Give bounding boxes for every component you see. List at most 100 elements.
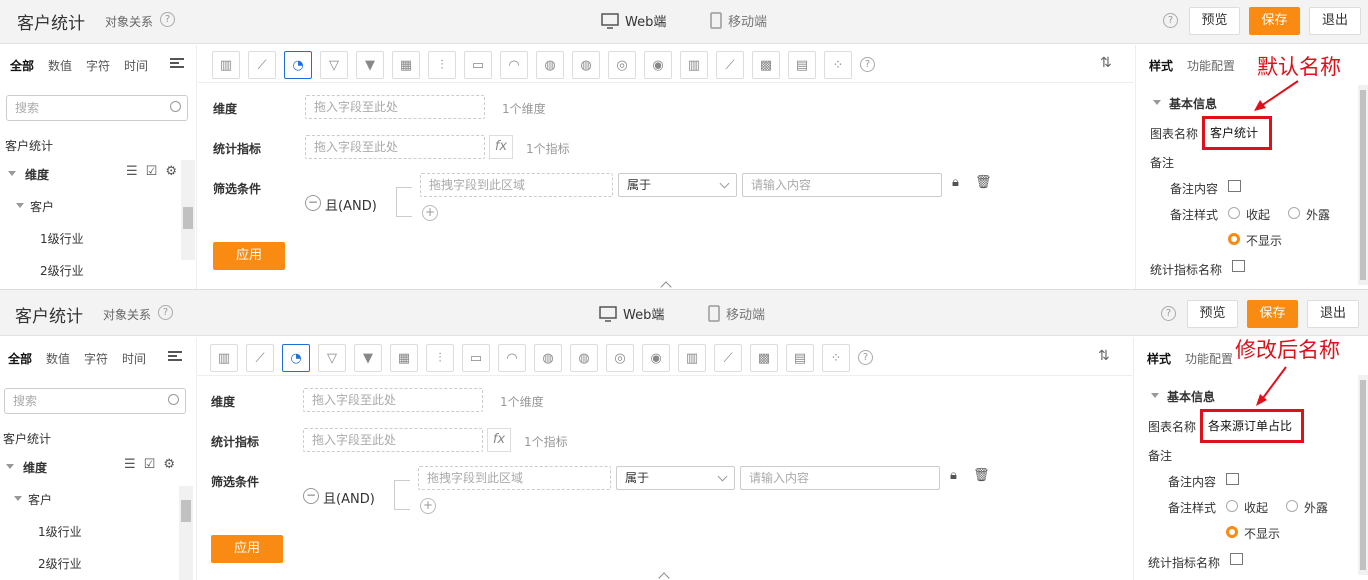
china-map-alt-icon[interactable]: ◍: [570, 344, 598, 372]
tree-item-customer[interactable]: 客户: [30, 198, 54, 215]
platform-mobile-tab[interactable]: 移动端: [708, 304, 765, 323]
tab-all[interactable]: 全部: [8, 350, 32, 367]
tree-item-industry2[interactable]: 2级行业: [40, 262, 84, 279]
funnel-alt-icon[interactable]: ▼: [356, 51, 384, 79]
lock-icon[interactable]: 🔒︎: [952, 175, 959, 190]
tab-style[interactable]: 样式: [1147, 350, 1171, 367]
collapse-caret-icon[interactable]: [658, 572, 670, 580]
chevron-down-icon[interactable]: [16, 203, 24, 208]
trash-icon[interactable]: 🗑︎: [975, 175, 992, 190]
chevron-down-icon[interactable]: [14, 496, 22, 501]
tree-item-industry1[interactable]: 1级行业: [40, 230, 84, 247]
combo-chart-icon[interactable]: ⫶: [428, 51, 456, 79]
scrollbar-thumb[interactable]: [181, 500, 191, 522]
dimension-group[interactable]: 维度: [25, 166, 49, 183]
radio-hide[interactable]: [1226, 526, 1238, 538]
metric-dropzone[interactable]: 拖入字段至此处: [303, 428, 483, 452]
platform-web-tab[interactable]: Web端: [599, 304, 664, 323]
apply-button[interactable]: 应用: [211, 535, 283, 563]
filter-dropzone[interactable]: 拖拽字段到此区域: [418, 466, 611, 490]
world-map-alt-icon[interactable]: ◉: [644, 51, 672, 79]
dimension-dropzone[interactable]: 拖入字段至此处: [303, 388, 483, 412]
and-toggle-icon[interactable]: −: [305, 195, 321, 211]
settings-icon[interactable]: ⚙: [163, 457, 175, 472]
chevron-down-icon[interactable]: [1153, 100, 1161, 105]
search-input[interactable]: 搜索: [6, 95, 188, 121]
exit-button[interactable]: 退出: [1309, 7, 1361, 35]
formula-icon[interactable]: fx: [489, 135, 513, 159]
table-icon[interactable]: ▦: [390, 344, 418, 372]
tab-number[interactable]: 数值: [46, 350, 70, 367]
scatter-icon[interactable]: ⁘: [822, 344, 850, 372]
bar-chart-icon[interactable]: ▥: [212, 51, 240, 79]
preview-button[interactable]: 预览: [1189, 7, 1240, 35]
chart-name-input[interactable]: 客户统计: [1202, 116, 1272, 150]
filter-value-input[interactable]: 请输入内容: [742, 173, 942, 197]
tree-item-industry2[interactable]: 2级行业: [38, 555, 82, 572]
header-help-icon[interactable]: ?: [1161, 306, 1176, 321]
card-icon[interactable]: ▭: [462, 344, 490, 372]
china-map-icon[interactable]: ◍: [534, 344, 562, 372]
add-condition-icon[interactable]: +: [420, 498, 436, 514]
tab-time[interactable]: 时间: [122, 350, 146, 367]
radio-collapse[interactable]: [1228, 207, 1240, 219]
list-icon[interactable]: ▤: [788, 51, 816, 79]
swap-icon[interactable]: ⇅: [1098, 348, 1110, 364]
preview-button[interactable]: 预览: [1187, 300, 1238, 328]
filter-operator-select[interactable]: 属于: [616, 466, 735, 490]
radio-external[interactable]: [1286, 500, 1298, 512]
right-scrollbar[interactable]: [1358, 375, 1368, 575]
tab-string[interactable]: 字符: [84, 350, 108, 367]
column-icon[interactable]: ▥: [678, 344, 706, 372]
filter-dropzone[interactable]: 拖拽字段到此区域: [420, 173, 613, 197]
table-icon[interactable]: ▦: [392, 51, 420, 79]
heatmap-icon[interactable]: ▩: [752, 51, 780, 79]
lock-icon[interactable]: 🔒︎: [950, 468, 957, 483]
formula-icon[interactable]: fx: [487, 428, 511, 452]
chevron-down-icon[interactable]: [8, 171, 16, 176]
funnel-icon[interactable]: ▽: [318, 344, 346, 372]
funnel-alt-icon[interactable]: ▼: [354, 344, 382, 372]
help-icon[interactable]: ?: [158, 305, 173, 320]
object-relation-link[interactable]: 对象关系: [105, 13, 153, 30]
chart-help-icon[interactable]: ?: [858, 350, 873, 365]
tab-style[interactable]: 样式: [1149, 57, 1173, 74]
funnel-icon[interactable]: ▽: [320, 51, 348, 79]
column-icon[interactable]: ▥: [680, 51, 708, 79]
indent-icon[interactable]: ☰: [126, 164, 138, 179]
collapse-menu-icon[interactable]: [168, 351, 182, 363]
header-help-icon[interactable]: ?: [1163, 13, 1178, 28]
pie-chart-icon[interactable]: ◔: [282, 344, 310, 372]
dimension-group[interactable]: 维度: [23, 459, 47, 476]
right-scrollbar[interactable]: [1358, 85, 1368, 285]
card-icon[interactable]: ▭: [464, 51, 492, 79]
tab-string[interactable]: 字符: [86, 57, 110, 74]
line-chart-icon[interactable]: ⟋: [246, 344, 274, 372]
radio-hide[interactable]: [1228, 233, 1240, 245]
scatter-icon[interactable]: ⁘: [824, 51, 852, 79]
area-icon[interactable]: ⟋: [716, 51, 744, 79]
gauge-icon[interactable]: ◠: [498, 344, 526, 372]
edit-icon[interactable]: [1228, 180, 1241, 192]
world-map-alt-icon[interactable]: ◉: [642, 344, 670, 372]
settings-icon[interactable]: ⚙: [165, 164, 177, 179]
metric-dropzone[interactable]: 拖入字段至此处: [305, 135, 485, 159]
world-map-icon[interactable]: ◎: [608, 51, 636, 79]
object-relation-link[interactable]: 对象关系: [103, 306, 151, 323]
heatmap-icon[interactable]: ▩: [750, 344, 778, 372]
and-toggle-icon[interactable]: −: [303, 488, 319, 504]
filter-value-input[interactable]: 请输入内容: [740, 466, 940, 490]
add-condition-icon[interactable]: +: [422, 205, 438, 221]
collapse-menu-icon[interactable]: [170, 58, 184, 70]
line-chart-icon[interactable]: ⟋: [248, 51, 276, 79]
tab-all[interactable]: 全部: [10, 57, 34, 74]
area-icon[interactable]: ⟋: [714, 344, 742, 372]
list-icon[interactable]: ▤: [786, 344, 814, 372]
gauge-icon[interactable]: ◠: [500, 51, 528, 79]
pie-chart-icon[interactable]: ◔: [284, 51, 312, 79]
chart-help-icon[interactable]: ?: [860, 57, 875, 72]
help-icon[interactable]: ?: [160, 12, 175, 27]
save-button[interactable]: 保存: [1249, 7, 1300, 35]
chevron-down-icon[interactable]: [6, 464, 14, 469]
exit-button[interactable]: 退出: [1307, 300, 1359, 328]
